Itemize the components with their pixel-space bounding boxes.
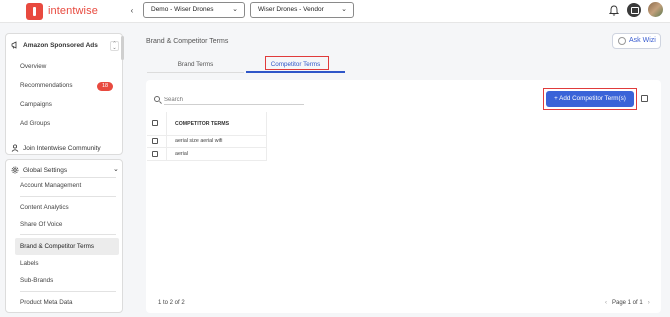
sidebar-item-recommendations[interactable]: Recommendations (20, 82, 73, 89)
chevron-down-icon: ⌄ (341, 6, 347, 13)
divider (20, 234, 116, 235)
ads-section-card (5, 33, 123, 155)
sidebar-item-sub-brands[interactable]: Sub-Brands (20, 277, 53, 284)
prev-page-icon[interactable]: ‹ (605, 300, 607, 306)
sidebar-item-product-meta-data[interactable]: Product Meta Data (20, 299, 73, 306)
people-icon (11, 144, 19, 152)
sidebar-item-overview[interactable]: Overview (20, 63, 46, 70)
recommendations-count-badge: 18 (97, 82, 113, 91)
table-row: aerial size aerial wifi (147, 135, 267, 148)
search-icon (154, 96, 160, 102)
community-link[interactable]: Join Intentwise Community (11, 144, 101, 152)
ask-wizi-label: Ask Wizi (629, 37, 656, 44)
wizi-icon (618, 37, 626, 45)
gear-icon (11, 166, 19, 174)
global-settings-header[interactable]: Global Settings (11, 166, 67, 174)
sidebar-scrollbar[interactable] (121, 36, 124, 60)
highlight-box (265, 56, 329, 70)
sidebar-item-ad-groups[interactable]: Ad Groups (20, 120, 50, 127)
profile-select[interactable]: Wiser Drones - Vendor ⌄ (250, 2, 354, 18)
row-checkbox[interactable] (152, 138, 158, 144)
pagination: ‹ Page 1 of 1 › (605, 300, 650, 306)
bell-icon[interactable] (609, 5, 619, 16)
row-checkbox[interactable] (152, 151, 158, 157)
sidebar-item-share-of-voice[interactable]: Share Of Voice (20, 221, 62, 228)
table-cell: aerial (175, 151, 188, 157)
table-cell: aerial size aerial wifi (175, 138, 223, 144)
table-row: aerial (147, 148, 267, 161)
megaphone-icon (11, 41, 17, 49)
chevron-down-icon[interactable]: ⌄ (113, 165, 119, 173)
page-title: Brand & Competitor Terms (146, 38, 229, 45)
global-settings-title: Global Settings (23, 166, 68, 174)
sidebar-item-brand-competitor-terms[interactable]: Brand & Competitor Terms (20, 243, 94, 250)
brand-name: intentwise (48, 5, 98, 17)
top-bar: intentwise ‹ Demo - Wiser Drones ⌄ Wiser… (0, 0, 670, 23)
account-select-value: Demo - Wiser Drones (151, 6, 214, 13)
export-icon[interactable] (641, 95, 648, 102)
highlight-box (543, 88, 637, 110)
sidebar-item-labels[interactable]: Labels (20, 260, 39, 267)
tab-brand-terms[interactable]: Brand Terms (147, 56, 244, 73)
divider (20, 177, 116, 178)
ask-wizi-button[interactable]: Ask Wizi (612, 33, 661, 49)
chevron-down-icon: ⌄ (232, 6, 238, 13)
search-input[interactable] (164, 95, 304, 105)
sidebar-item-content-analytics[interactable]: Content Analytics (20, 204, 69, 211)
section-toggle-icon[interactable]: ⌃ ⌄ (110, 41, 119, 51)
next-page-icon[interactable]: › (648, 300, 650, 306)
collapse-sidebar-chevron-icon[interactable]: ‹ (127, 6, 137, 16)
profile-select-value: Wiser Drones - Vendor (258, 6, 324, 13)
record-count: 1 to 2 of 2 (158, 300, 185, 306)
page-indicator: Page 1 of 1 (612, 300, 643, 306)
community-label: Join Intentwise Community (23, 144, 101, 152)
chat-icon[interactable] (627, 3, 641, 17)
divider (20, 291, 116, 292)
select-all-checkbox[interactable] (152, 120, 158, 126)
intentwise-logo-icon (26, 3, 43, 20)
user-avatar[interactable] (648, 2, 663, 17)
ads-section-header[interactable]: Amazon Sponsored Ads (11, 41, 98, 49)
ads-section-title: Amazon Sponsored Ads (23, 41, 98, 49)
divider (20, 196, 116, 197)
table-header-row: COMPETITOR TERMS (147, 112, 267, 136)
account-select[interactable]: Demo - Wiser Drones ⌄ (143, 2, 245, 18)
column-header: COMPETITOR TERMS (175, 121, 230, 127)
sidebar-item-account-management[interactable]: Account Management (20, 182, 81, 189)
sidebar-item-campaigns[interactable]: Campaigns (20, 101, 52, 108)
